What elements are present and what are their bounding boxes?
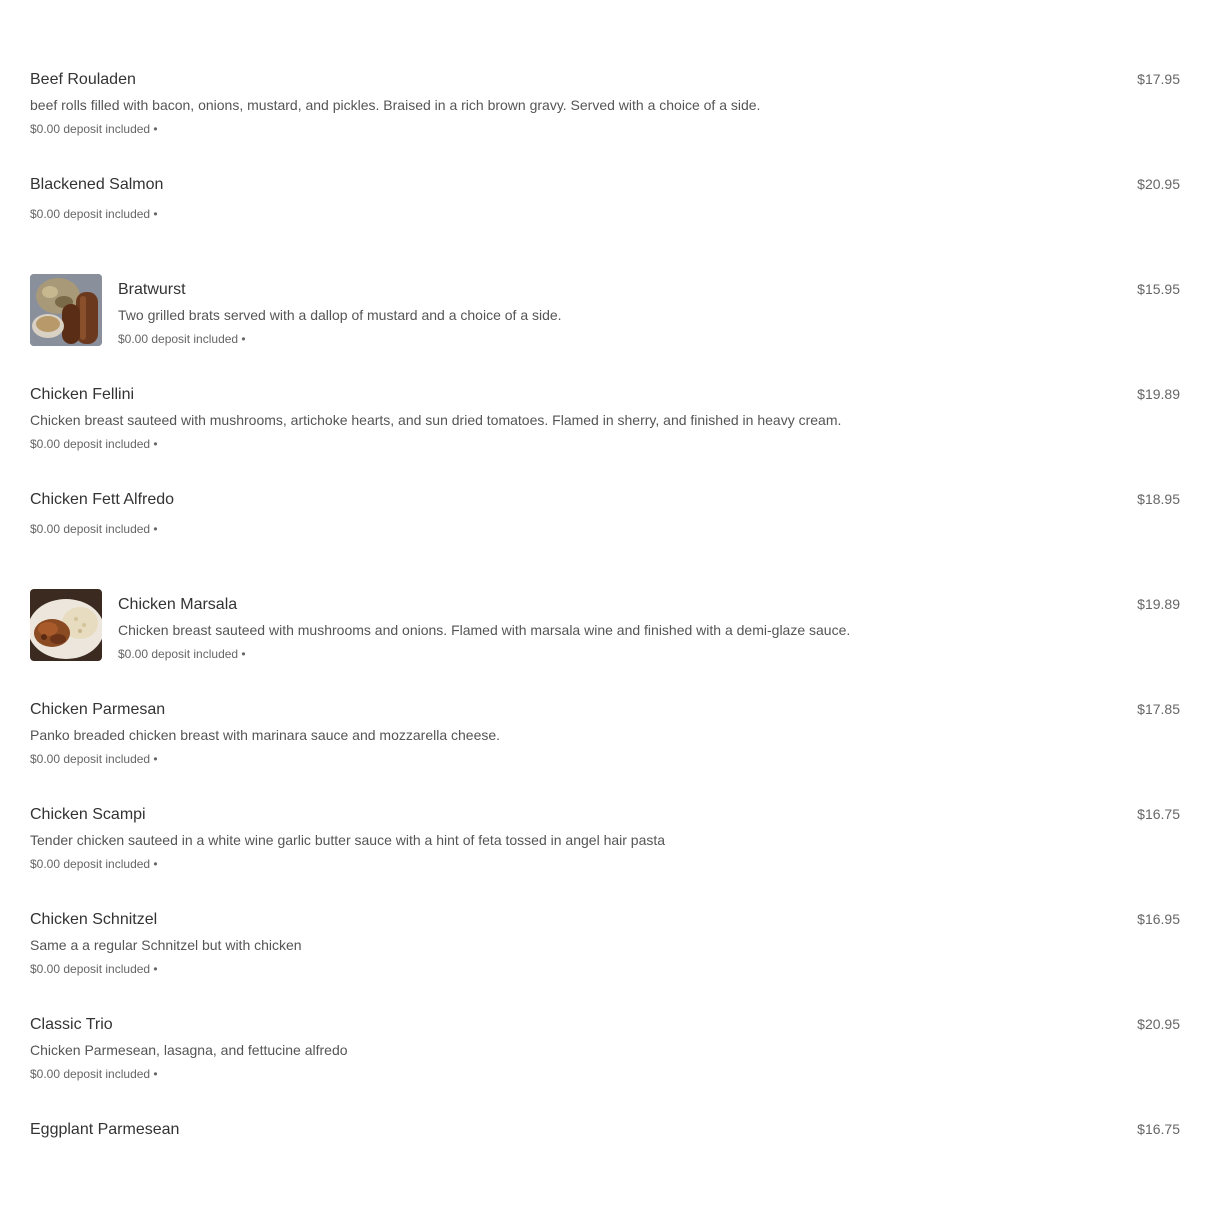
item-price: $19.89 [1137,386,1180,402]
item-price: $20.95 [1137,1016,1180,1032]
menu-item-chicken-fett-alfredo[interactable]: Chicken Fett Alfredo $0.00 deposit inclu… [30,484,1180,589]
item-deposit-info: $0.00 deposit included • [30,1067,158,1081]
item-name[interactable]: Chicken Scampi [30,805,1060,825]
item-description: Panko breaded chicken breast with marina… [30,727,501,743]
chicken-marsala-photo-icon[interactable] [30,589,102,661]
item-price: $16.95 [1137,911,1180,927]
item-description: Tender chicken sauteed in a white wine g… [30,832,666,848]
item-name[interactable]: Chicken Fett Alfredo [30,490,1060,510]
item-name[interactable]: Chicken Schnitzel [30,910,1060,930]
item-name[interactable]: Blackened Salmon [30,175,1060,195]
menu-item-chicken-scampi[interactable]: Chicken Scampi Tender chicken sauteed in… [30,799,1180,904]
item-text: Classic Trio Chicken Parmesean, lasagna,… [30,1015,1060,1082]
item-name[interactable]: Chicken Marsala [118,595,1060,615]
item-price: $17.95 [1137,71,1180,87]
menu-item-blackened-salmon[interactable]: Blackened Salmon $0.00 deposit included … [30,169,1180,274]
item-text: Chicken Marsala Chicken breast sauteed w… [118,595,1060,662]
menu-item-classic-trio[interactable]: Classic Trio Chicken Parmesean, lasagna,… [30,1009,1180,1114]
menu-item-chicken-parmesan[interactable]: Chicken Parmesan Panko breaded chicken b… [30,694,1180,799]
item-text: Blackened Salmon $0.00 deposit included … [30,175,1060,222]
item-price: $16.75 [1137,806,1180,822]
item-text: Chicken Fett Alfredo $0.00 deposit inclu… [30,490,1060,537]
item-description: Chicken breast sauteed with mushrooms an… [118,622,851,638]
item-deposit-info: $0.00 deposit included • [30,437,158,451]
menu-item-chicken-fellini[interactable]: Chicken Fellini Chicken breast sauteed w… [30,379,1180,484]
item-description: Chicken breast sauteed with mushrooms, a… [30,412,842,428]
item-description: beef rolls filled with bacon, onions, mu… [30,97,761,113]
item-deposit-info: $0.00 deposit included • [30,752,158,766]
menu-item-eggplant-parmesean[interactable]: Eggplant Parmesean $16.75 [30,1114,1180,1219]
item-price: $20.95 [1137,176,1180,192]
bratwurst-photo-icon[interactable] [30,274,102,346]
item-deposit-info: $0.00 deposit included • [30,122,158,136]
item-deposit-info: $0.00 deposit included • [30,522,158,536]
item-deposit-info: $0.00 deposit included • [30,207,158,221]
item-text: Chicken Parmesan Panko breaded chicken b… [30,700,1060,767]
item-text: Chicken Fellini Chicken breast sauteed w… [30,385,1060,452]
item-name[interactable]: Bratwurst [118,280,1060,300]
item-description: Same a a regular Schnitzel but with chic… [30,937,302,953]
item-text: Bratwurst Two grilled brats served with … [118,280,1060,347]
menu-list: Beef Rouladen beef rolls filled with bac… [30,64,1180,1219]
item-name[interactable]: Chicken Fellini [30,385,1060,405]
item-deposit-info: $0.00 deposit included • [118,647,246,661]
item-price: $16.75 [1137,1121,1180,1137]
item-price: $19.89 [1137,596,1180,612]
item-name[interactable]: Chicken Parmesan [30,700,1060,720]
item-name[interactable]: Eggplant Parmesean [30,1120,1060,1140]
item-price: $17.85 [1137,701,1180,717]
item-text: Chicken Schnitzel Same a a regular Schni… [30,910,1060,977]
item-price: $18.95 [1137,491,1180,507]
item-name[interactable]: Beef Rouladen [30,70,1060,90]
item-price: $15.95 [1137,281,1180,297]
menu-item-beef-rouladen[interactable]: Beef Rouladen beef rolls filled with bac… [30,64,1180,169]
item-deposit-info: $0.00 deposit included • [30,857,158,871]
item-deposit-info: $0.00 deposit included • [118,332,246,346]
item-description: Two grilled brats served with a dallop o… [118,307,562,323]
item-deposit-info: $0.00 deposit included • [30,962,158,976]
item-text: Beef Rouladen beef rolls filled with bac… [30,70,1060,137]
menu-item-chicken-marsala[interactable]: Chicken Marsala Chicken breast sauteed w… [30,589,1180,694]
menu-item-chicken-schnitzel[interactable]: Chicken Schnitzel Same a a regular Schni… [30,904,1180,1009]
item-description: Chicken Parmesean, lasagna, and fettucin… [30,1042,348,1058]
item-name[interactable]: Classic Trio [30,1015,1060,1035]
item-text: Eggplant Parmesean [30,1120,1060,1140]
item-text: Chicken Scampi Tender chicken sauteed in… [30,805,1060,872]
menu-item-bratwurst[interactable]: Bratwurst Two grilled brats served with … [30,274,1180,379]
